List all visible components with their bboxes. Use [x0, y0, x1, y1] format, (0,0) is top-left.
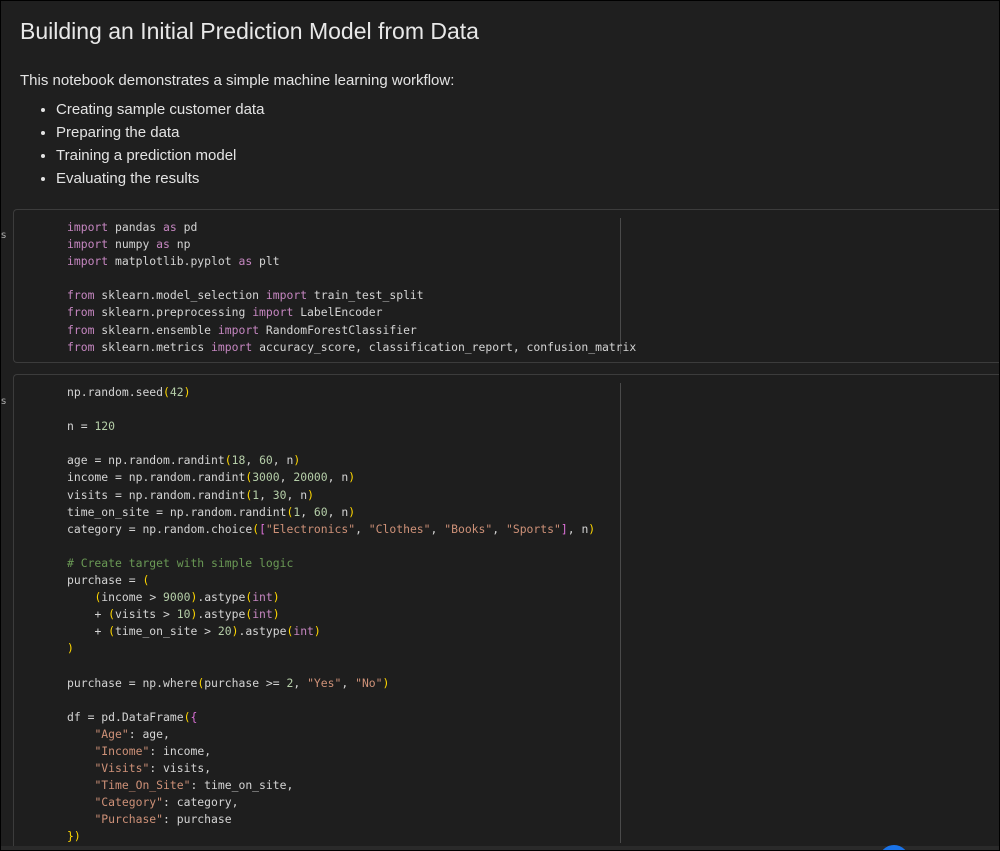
code-line: import numpy as np	[67, 237, 191, 252]
code-line: import pandas as pd	[67, 220, 198, 234]
code-line: "Visits": visits,	[94, 761, 212, 776]
code-line: "Category": category,	[94, 795, 239, 810]
code-line: "Time_On_Site": time_on_site,	[94, 778, 294, 793]
code-line: purchase = (	[67, 573, 150, 588]
cell-execution-indicator: s	[1, 396, 7, 407]
code-line: from sklearn.model_selection import trai…	[67, 288, 424, 303]
code-line: "Purchase": purchase	[94, 812, 232, 827]
code-line: age = np.random.randint(18, 60, n)	[67, 453, 301, 468]
code-line: "Income": income,	[94, 743, 212, 758]
code-line: # Create target with simple logic	[67, 555, 294, 570]
code-line: + (visits > 10).astype(int)	[94, 607, 280, 622]
code-line: time_on_site = np.random.randint(1, 60, …	[67, 504, 356, 519]
code-line: df = pd.DataFrame({	[67, 709, 198, 724]
code-line: + (time_on_site > 20).astype(int)	[94, 624, 321, 639]
code-cell-imports[interactable]: import pandas as pd import numpy as np imp…	[13, 209, 999, 363]
code-line: purchase = np.where(purchase >= 2, "Yes"…	[67, 675, 390, 690]
notebook-title: Building an Initial Prediction Model fro…	[20, 18, 479, 44]
code-line: n = 120	[67, 419, 116, 434]
code-line: visits = np.random.randint(1, 30, n)	[67, 487, 314, 502]
code-line: from sklearn.preprocessing import LabelE…	[67, 305, 383, 320]
intro-text: This notebook demonstrates a simple mach…	[20, 72, 455, 89]
code-editor[interactable]: np.random.seed(42) n = 120 age = np.rand…	[67, 384, 595, 846]
notebook-viewport: Building an Initial Prediction Model fro…	[0, 0, 1000, 851]
code-line: np.random.seed(42)	[67, 385, 191, 399]
list-item: Training a prediction model	[56, 144, 980, 167]
code-line: from sklearn.ensemble import RandomFores…	[67, 322, 417, 337]
markdown-cell[interactable]: Building an Initial Prediction Model fro…	[20, 15, 980, 190]
code-cell-data-generation[interactable]: np.random.seed(42) n = 120 age = np.rand…	[13, 374, 999, 850]
code-line: })	[67, 829, 81, 844]
code-line: income = np.random.randint(3000, 20000, …	[67, 470, 356, 485]
code-line: (income > 9000).astype(int)	[94, 590, 280, 605]
code-line: "Age": age,	[94, 726, 170, 741]
list-item: Evaluating the results	[56, 167, 980, 190]
code-editor[interactable]: import pandas as pd import numpy as np imp…	[67, 219, 636, 356]
list-item: Creating sample customer data	[56, 98, 980, 121]
ruler-line	[620, 383, 621, 843]
code-line: category = np.random.choice(["Electronic…	[67, 521, 596, 536]
bottom-scroll-bar	[1, 846, 999, 850]
cell-execution-indicator: s	[1, 230, 7, 241]
code-line: import matplotlib.pyplot as plt	[67, 254, 280, 269]
workflow-list: Creating sample customer data Preparing …	[20, 98, 980, 190]
code-line: from sklearn.metrics import accuracy_sco…	[67, 339, 637, 354]
code-line: )	[67, 641, 74, 656]
list-item: Preparing the data	[56, 121, 980, 144]
